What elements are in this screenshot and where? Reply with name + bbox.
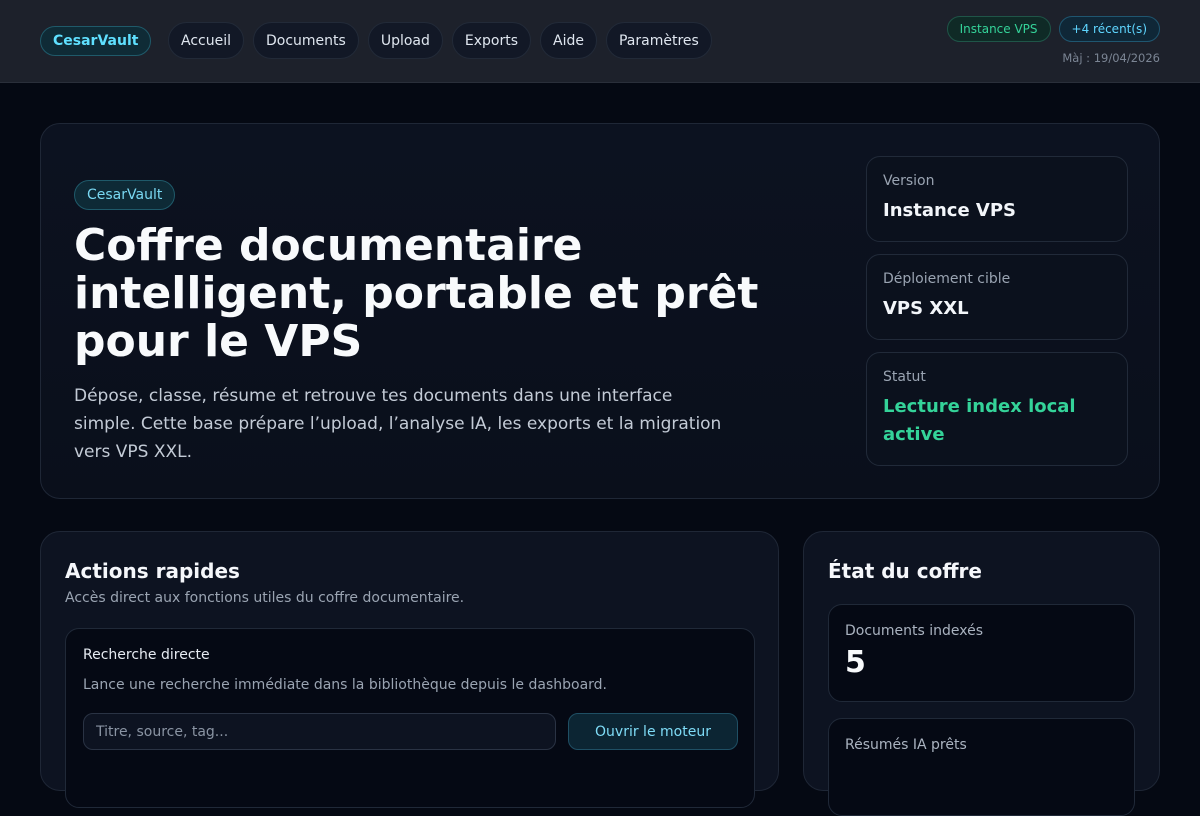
panel-title: État du coffre xyxy=(828,559,982,583)
main-nav: Accueil Documents Upload Exports Aide Pa… xyxy=(168,22,712,59)
nav-item-accueil[interactable]: Accueil xyxy=(168,22,244,59)
nav-item-exports[interactable]: Exports xyxy=(451,22,532,59)
last-update-text: Màj : 19/04/2026 xyxy=(1062,51,1160,65)
quick-actions-panel: Actions rapides Accès direct aux fonctio… xyxy=(40,531,779,808)
nav-item-upload[interactable]: Upload xyxy=(367,22,443,59)
instance-badge: Instance VPS xyxy=(946,16,1051,42)
panel-subtitle: Accès direct aux fonctions utiles du cof… xyxy=(65,590,465,606)
hero-brand-pill: CesarVault xyxy=(74,180,176,210)
search-card-description: Lance une recherche immédiate dans la bi… xyxy=(83,677,608,693)
info-card-value: VPS XXL xyxy=(883,298,969,319)
top-badges: Instance VPS +4 récent(s) xyxy=(946,16,1160,42)
info-card-status: Statut Lecture index local active xyxy=(866,352,1128,466)
nav-item-aide[interactable]: Aide xyxy=(540,22,597,59)
info-card-label: Version xyxy=(883,173,935,189)
stat-label: Résumés IA prêts xyxy=(845,737,967,753)
vault-state-panel: État du coffre Documents indexés 5 Résum… xyxy=(803,531,1160,816)
info-card-value: Instance VPS xyxy=(883,200,1017,221)
hero-description: Dépose, classe, résume et retrouve tes d… xyxy=(74,386,722,462)
top-bar: CesarVault Accueil Documents Upload Expo… xyxy=(0,0,1200,83)
search-card-title: Recherche directe xyxy=(83,647,210,663)
recent-badge[interactable]: +4 récent(s) xyxy=(1058,16,1160,42)
search-input[interactable] xyxy=(83,713,556,750)
info-card-deployment: Déploiement cible VPS XXL xyxy=(866,254,1128,340)
brand-logo[interactable]: CesarVault xyxy=(40,26,152,56)
panel-title: Actions rapides xyxy=(65,559,240,583)
stat-card-indexed-documents: Documents indexés 5 xyxy=(828,604,1135,702)
hero-section: CesarVault Coffre documentaire intellige… xyxy=(40,123,1160,499)
stat-card-ai-summaries: Résumés IA prêts xyxy=(828,718,1135,816)
nav-item-documents[interactable]: Documents xyxy=(253,22,359,59)
status-value: Lecture index local active xyxy=(883,396,1076,445)
direct-search-card: Recherche directe Lance une recherche im… xyxy=(65,628,755,808)
stat-label: Documents indexés xyxy=(845,623,984,639)
info-card-version: Version Instance VPS xyxy=(866,156,1128,242)
stat-value: 5 xyxy=(845,645,866,680)
nav-item-parametres[interactable]: Paramètres xyxy=(605,22,712,59)
hero-title: Coffre documentaire intelligent, portabl… xyxy=(74,220,759,367)
open-search-engine-button[interactable]: Ouvrir le moteur xyxy=(568,713,738,750)
info-card-label: Statut xyxy=(883,369,926,385)
info-card-label: Déploiement cible xyxy=(883,271,1011,287)
